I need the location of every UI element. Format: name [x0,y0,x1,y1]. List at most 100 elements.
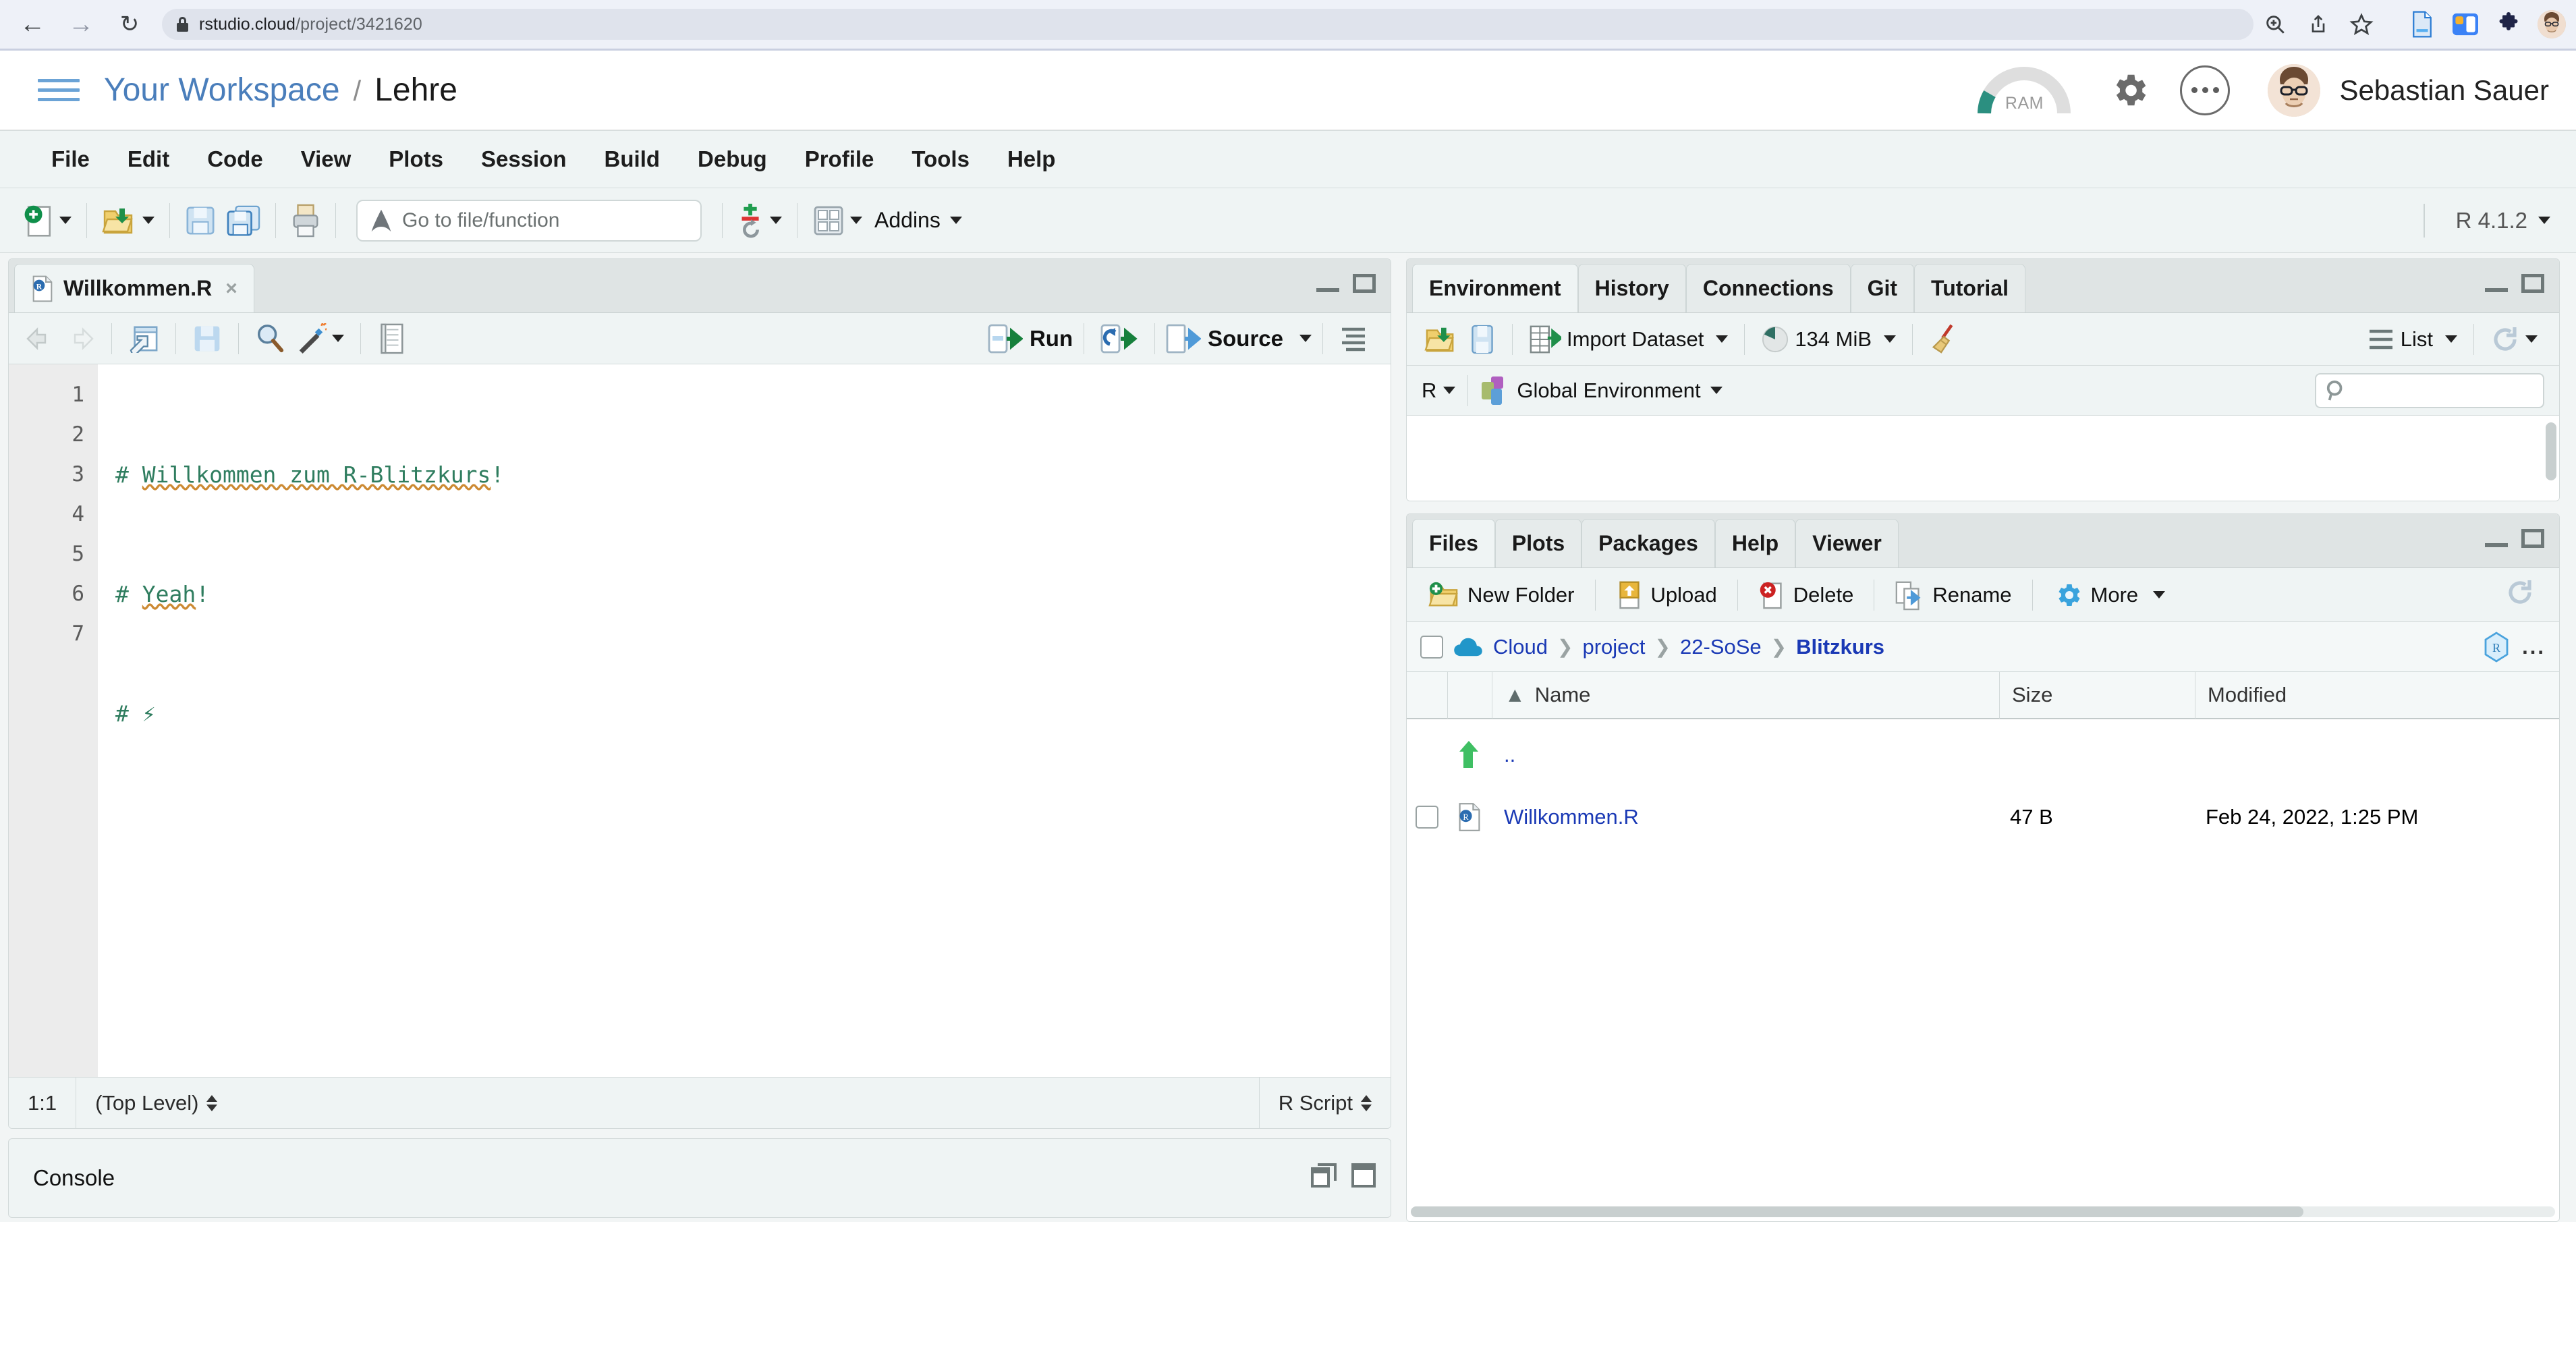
maximize-icon[interactable] [1351,1163,1376,1188]
close-icon[interactable]: × [225,277,237,300]
chevron-down-icon[interactable] [1716,335,1729,343]
updown-icon[interactable] [206,1094,218,1111]
reload-icon[interactable]: ↻ [115,9,144,39]
tab-tutorial[interactable]: Tutorial [1914,264,2025,312]
menu-profile[interactable]: Profile [786,146,893,172]
maximize-icon[interactable] [2521,274,2544,293]
new-folder-button[interactable]: New Folder [1419,580,1584,610]
compile-report-button[interactable] [732,198,787,243]
gear-icon[interactable] [2103,64,2156,117]
table-row[interactable]: .. [1407,729,2559,781]
refresh-icon[interactable] [2485,317,2547,362]
forward-arrow-icon[interactable]: → [66,9,96,39]
column-header-modified[interactable]: Modified [2195,671,2559,719]
menu-build[interactable]: Build [586,146,679,172]
side-panel-icon[interactable] [2444,7,2487,42]
menu-help[interactable]: Help [988,146,1075,172]
tab-viewer[interactable]: Viewer [1795,519,1899,567]
back-arrow-icon[interactable]: ← [18,9,47,39]
r-project-icon[interactable]: R [2484,631,2509,663]
save-all-button[interactable] [221,198,266,243]
tab-environment[interactable]: Environment [1412,264,1578,312]
chevron-down-icon[interactable] [949,217,962,224]
menu-code[interactable]: Code [188,146,282,172]
chevron-down-icon[interactable] [2153,591,2166,598]
file-name[interactable]: .. [1504,743,1515,766]
chevron-down-icon[interactable] [2445,335,2457,343]
row-checkbox[interactable] [1416,806,1438,829]
minimize-icon[interactable] [1316,275,1339,292]
ram-gauge[interactable]: RAM [1978,66,2071,115]
tab-plots[interactable]: Plots [1494,519,1582,567]
rename-button[interactable]: Rename [1885,580,2021,611]
breadcrumb-workspace[interactable]: Your Workspace [104,72,340,109]
path-overflow[interactable]: ... [2522,635,2546,659]
tab-packages[interactable]: Packages [1581,519,1715,567]
hamburger-menu-icon[interactable] [38,79,80,101]
kebab-menu-icon[interactable] [2573,7,2576,42]
new-file-button[interactable] [18,198,77,243]
memory-usage-button[interactable]: 134 MiB [1756,317,1901,362]
chevron-down-icon[interactable] [1884,335,1897,343]
document-outline-icon[interactable] [372,316,410,361]
chevron-down-icon[interactable] [1443,387,1456,394]
maximize-icon[interactable] [2521,529,2544,548]
code-content[interactable]: # Willkommen zum R-Blitzkurs! # Yeah! # … [98,364,1391,1077]
delete-button[interactable]: Delete [1749,580,1864,611]
outline-toggle-icon[interactable] [1334,316,1380,361]
chevron-down-icon[interactable] [1710,387,1723,394]
import-dataset-button[interactable]: Import Dataset [1523,317,1733,362]
minimize-icon[interactable] [2485,530,2508,547]
environment-scrollbar-thumb[interactable] [2546,422,2556,480]
menu-file[interactable]: File [32,146,109,172]
menu-tools[interactable]: Tools [893,146,988,172]
more-button[interactable]: More [2044,580,2175,610]
ellipsis-icon[interactable] [2180,65,2231,115]
chevron-down-icon[interactable] [850,217,862,224]
view-mode-button[interactable]: List [2363,317,2463,362]
column-header-name[interactable]: ▲ Name [1492,671,1999,719]
menu-plots[interactable]: Plots [370,146,462,172]
table-row[interactable]: R Willkommen.R 47 B Feb 24, 2022, 1:25 P… [1407,791,2559,843]
r-version-selector[interactable]: R 4.1.2 [2423,203,2576,238]
run-button[interactable]: Run [988,324,1073,354]
chevron-down-icon[interactable] [2525,335,2538,343]
chevron-down-icon[interactable] [2538,217,2550,224]
goto-file-function-input[interactable]: Go to file/function [356,199,702,242]
back-navigation-icon[interactable] [20,316,60,361]
forward-navigation-icon[interactable] [60,316,101,361]
minimize-icon[interactable] [2485,275,2508,292]
files-horizontal-scrollbar[interactable] [1411,1206,2555,1217]
environment-search-input[interactable] [2315,372,2544,408]
path-segment-22-sose[interactable]: 22-SoSe [1680,635,1762,659]
save-button[interactable] [187,316,227,361]
tab-files[interactable]: Files [1412,519,1495,567]
chevron-down-icon[interactable] [1299,335,1312,342]
file-name[interactable]: Willkommen.R [1504,805,1639,829]
path-segment-cloud[interactable]: Cloud [1493,635,1548,659]
code-scope-selector[interactable]: (Top Level) [76,1078,236,1129]
load-workspace-button[interactable] [1419,317,1463,362]
menu-session[interactable]: Session [462,146,586,172]
rerun-button[interactable] [1095,316,1144,361]
code-tools-magic-wand-icon[interactable] [290,316,349,361]
tab-willkommen-r[interactable]: R Willkommen.R × [14,264,254,312]
broom-icon[interactable] [1924,317,1964,362]
code-editor[interactable]: 1 2 3 4 5 6 7 # Willkommen zum R-Blitzku… [9,364,1391,1077]
profile-avatar-icon[interactable] [2530,7,2573,42]
tab-history[interactable]: History [1577,264,1686,312]
environment-scope[interactable]: Global Environment [1517,379,1700,403]
pane-layout-button[interactable] [807,198,868,243]
chevron-down-icon[interactable] [770,217,782,224]
reader-mode-icon[interactable] [2401,7,2444,42]
extensions-puzzle-icon[interactable] [2487,7,2530,42]
addins-button[interactable]: Addins [874,208,962,233]
show-in-new-window-icon[interactable] [123,316,165,361]
chevron-down-icon[interactable] [59,217,72,224]
file-type-selector[interactable]: R Script [1260,1078,1391,1129]
environment-language[interactable]: R [1422,379,1436,403]
menu-view[interactable]: View [282,146,370,172]
open-file-button[interactable] [96,198,160,243]
tab-git[interactable]: Git [1850,264,1915,312]
find-replace-icon[interactable] [250,316,290,361]
